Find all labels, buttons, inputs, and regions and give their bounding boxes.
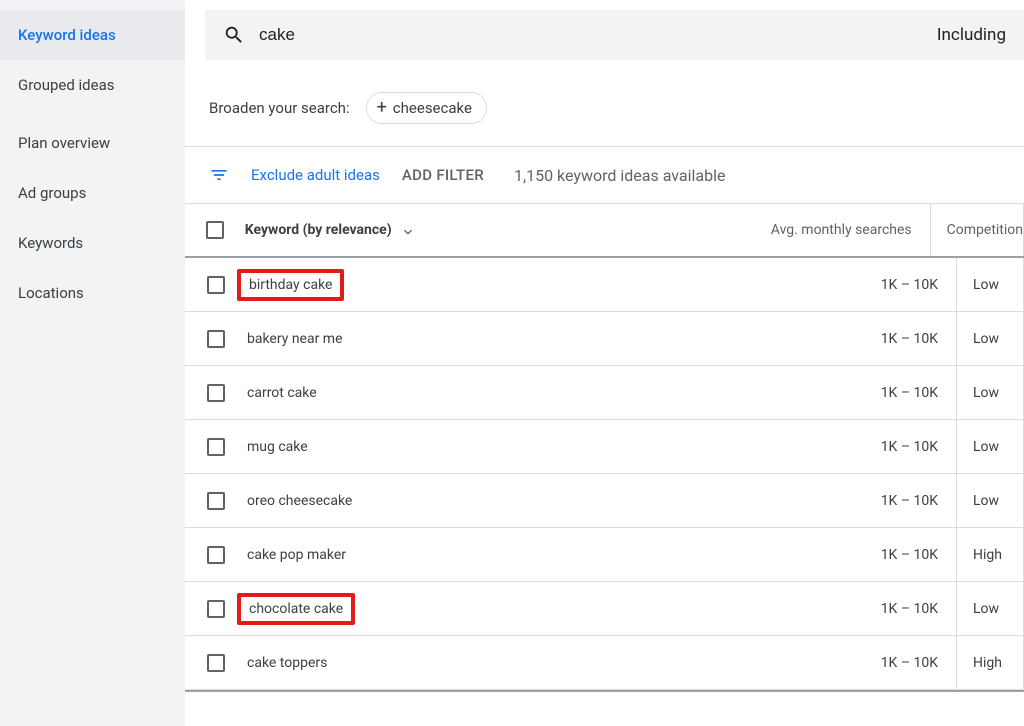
avg-searches-cell: 1K – 10K xyxy=(647,582,957,635)
row-checkbox[interactable] xyxy=(207,330,225,348)
table-row: carrot cake 1K – 10KLow xyxy=(185,366,1024,420)
header-competition[interactable]: Competition xyxy=(931,204,1024,256)
row-checkbox[interactable] xyxy=(207,600,225,618)
competition-cell: Low xyxy=(957,258,1024,311)
table-row: cake toppers 1K – 10KHigh xyxy=(185,636,1024,690)
row-checkbox[interactable] xyxy=(207,384,225,402)
row-checkbox[interactable] xyxy=(207,546,225,564)
table-header: Keyword (by relevance) Avg. monthly sear… xyxy=(185,204,1024,258)
keyword-cell[interactable]: bakery near me xyxy=(247,331,343,347)
arrow-down-icon xyxy=(400,222,416,238)
plus-icon: + xyxy=(377,99,387,117)
table-row: chocolate cake 1K – 10KLow xyxy=(185,582,1024,636)
competition-cell: High xyxy=(957,528,1024,581)
sidebar-item-locations[interactable]: Locations xyxy=(0,268,185,318)
table-body: birthday cake1K – 10KLowbakery near me1K… xyxy=(185,258,1024,690)
competition-cell: Low xyxy=(957,582,1024,635)
header-keyword-label: Keyword (by relevance) xyxy=(245,222,392,238)
competition-cell: High xyxy=(957,636,1024,689)
broaden-chip-cheesecake[interactable]: + cheesecake xyxy=(366,92,487,124)
row-checkbox[interactable] xyxy=(207,654,225,672)
header-keyword[interactable]: Keyword (by relevance) xyxy=(245,222,631,238)
keyword-cell[interactable]: oreo cheesecake xyxy=(247,493,352,509)
row-checkbox[interactable] xyxy=(207,276,225,294)
sidebar-item-keyword-ideas[interactable]: Keyword ideas xyxy=(0,10,185,60)
broaden-label: Broaden your search: xyxy=(209,99,350,117)
table-row: mug cake 1K – 10KLow xyxy=(185,420,1024,474)
avg-searches-cell: 1K – 10K xyxy=(647,258,957,311)
table-row: birthday cake 1K – 10KLow xyxy=(185,258,1024,312)
avg-searches-cell: 1K – 10K xyxy=(647,312,957,365)
sidebar-item-ad-groups[interactable]: Ad groups xyxy=(0,168,185,218)
filter-icon[interactable] xyxy=(209,165,229,185)
sidebar: Keyword ideas Grouped ideas Plan overvie… xyxy=(0,0,185,726)
broaden-row: Broaden your search: + cheesecake xyxy=(185,70,1024,147)
avg-searches-cell: 1K – 10K xyxy=(647,420,957,473)
row-checkbox[interactable] xyxy=(207,438,225,456)
keyword-cell[interactable]: mug cake xyxy=(247,439,308,455)
table-row: cake pop maker 1K – 10KHigh xyxy=(185,528,1024,582)
search-input[interactable] xyxy=(259,25,923,45)
competition-cell: Low xyxy=(957,474,1024,527)
sidebar-item-plan-overview[interactable]: Plan overview xyxy=(0,118,185,168)
table-row: oreo cheesecake 1K – 10KLow xyxy=(185,474,1024,528)
competition-cell: Low xyxy=(957,312,1024,365)
ideas-count: 1,150 keyword ideas available xyxy=(514,166,726,185)
sidebar-item-grouped-ideas[interactable]: Grouped ideas xyxy=(0,60,185,110)
exclude-adult-link[interactable]: Exclude adult ideas xyxy=(251,166,380,184)
avg-searches-cell: 1K – 10K xyxy=(647,528,957,581)
keyword-cell[interactable]: cake pop maker xyxy=(247,547,346,563)
competition-cell: Low xyxy=(957,420,1024,473)
table-row: bakery near me 1K – 10KLow xyxy=(185,312,1024,366)
keyword-table: Keyword (by relevance) Avg. monthly sear… xyxy=(185,203,1024,692)
search-bar: Including xyxy=(205,10,1024,60)
select-all-checkbox[interactable] xyxy=(206,221,224,239)
chip-label: cheesecake xyxy=(393,99,472,117)
including-label[interactable]: Including xyxy=(937,25,1006,45)
sidebar-item-keywords[interactable]: Keywords xyxy=(0,218,185,268)
keyword-cell[interactable]: cake toppers xyxy=(247,655,327,671)
search-icon xyxy=(223,24,245,46)
avg-searches-cell: 1K – 10K xyxy=(647,366,957,419)
add-filter-button[interactable]: ADD FILTER xyxy=(402,166,484,184)
row-checkbox[interactable] xyxy=(207,492,225,510)
keyword-cell[interactable]: carrot cake xyxy=(247,385,317,401)
avg-searches-cell: 1K – 10K xyxy=(647,636,957,689)
filters-row: Exclude adult ideas ADD FILTER 1,150 key… xyxy=(185,147,1024,203)
keyword-cell[interactable]: birthday cake xyxy=(237,269,344,301)
main-panel: Including Broaden your search: + cheesec… xyxy=(185,0,1024,726)
avg-searches-cell: 1K – 10K xyxy=(647,474,957,527)
header-avg[interactable]: Avg. monthly searches xyxy=(631,204,931,256)
keyword-cell[interactable]: chocolate cake xyxy=(237,593,355,625)
competition-cell: Low xyxy=(957,366,1024,419)
